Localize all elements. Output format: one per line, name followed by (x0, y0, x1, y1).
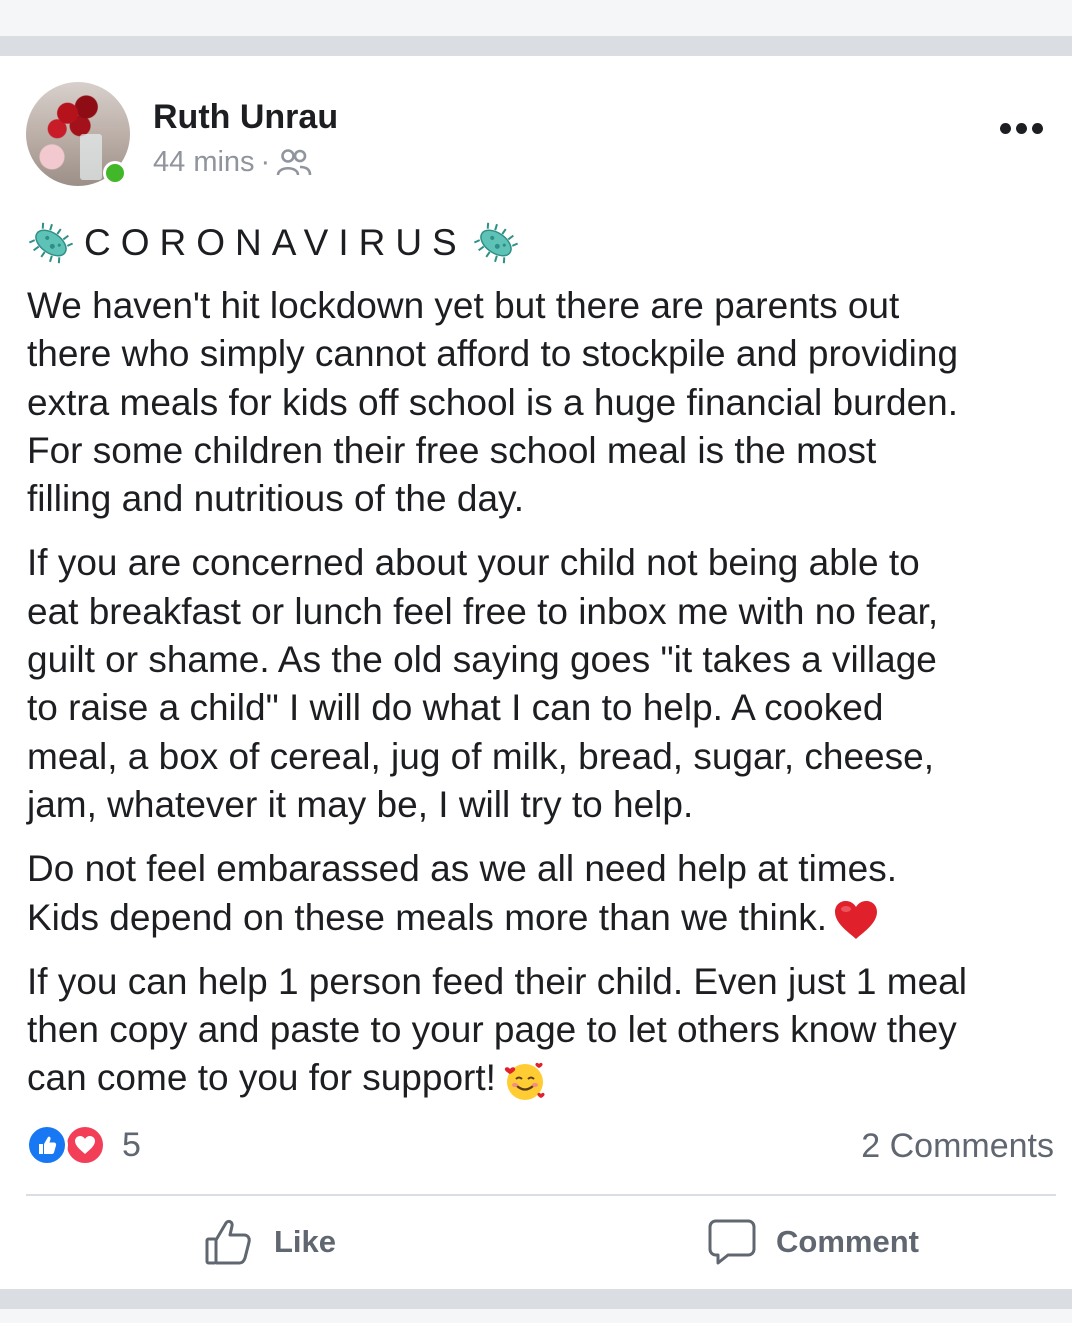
actions-divider (26, 1194, 1056, 1196)
thumbs-up-icon (205, 1219, 251, 1265)
more-options-icon[interactable] (1000, 116, 1048, 140)
like-label: Like (274, 1224, 337, 1259)
text-line: can come to you for support! (27, 1057, 496, 1099)
text-line: extra meals for kids off school is a hug… (27, 381, 958, 423)
text-line: there who simply cannot afford to stockp… (27, 333, 959, 375)
paragraph-1: We haven't hit lockdown yet but there ar… (27, 282, 1062, 523)
post-time[interactable]: 44 mins (153, 146, 255, 179)
text-line: to raise a child" I will do what I can t… (27, 687, 884, 729)
author-name[interactable]: Ruth Unrau (153, 98, 338, 137)
bottom-background (0, 1309, 1072, 1323)
comment-bubble-icon (708, 1219, 756, 1265)
microbe-icon (473, 222, 518, 264)
friends-icon (276, 148, 312, 175)
post-body: We haven't hit lockdown yet but there ar… (27, 282, 1062, 1120)
text-line: Do not feel embarassed as we all need he… (27, 848, 897, 890)
comments-count-link[interactable]: 2 Comments (861, 1124, 1054, 1168)
text-line-with-emoji: Kids depend on these meals more than we … (27, 894, 1062, 942)
like-button[interactable]: Like (204, 1214, 336, 1270)
text-line: We haven't hit lockdown yet but there ar… (27, 285, 900, 326)
headline: CORONAVIRUS (28, 220, 519, 266)
text-line: meal, a box of cereal, jug of milk, brea… (27, 735, 934, 777)
text-line: If you are concerned about your child no… (27, 542, 920, 584)
paragraph-3: Do not feel embarassed as we all need he… (27, 845, 1062, 942)
like-reaction-icon (26, 1124, 68, 1166)
text-line: If you can help 1 person feed their chil… (27, 960, 967, 1002)
text-line: filling and nutritious of the day. (27, 478, 525, 520)
avatar-vase (80, 134, 102, 180)
reaction-count: 5 (122, 1125, 141, 1164)
text-line: eat breakfast or lunch feel free to inbo… (27, 590, 939, 632)
post-card: Ruth Unrau 44 mins · CORONAVIRUS We have… (0, 56, 1072, 1289)
text-line: Kids depend on these meals more than we … (27, 896, 828, 938)
feed-divider-bottom (0, 1289, 1072, 1309)
comment-button[interactable]: Comment (708, 1214, 919, 1270)
meta-separator: · (260, 146, 271, 178)
text-line: jam, whatever it may be, I will try to h… (27, 783, 694, 825)
online-status-icon (103, 161, 127, 185)
reactions-summary[interactable]: 5 (26, 1124, 141, 1166)
paragraph-4: If you can help 1 person feed their chil… (27, 958, 1062, 1104)
top-background (0, 0, 1072, 36)
headline-text: CORONAVIRUS (84, 222, 467, 263)
love-reaction-icon (64, 1124, 106, 1166)
text-line: For some children their free school meal… (27, 429, 877, 471)
post-meta: 44 mins · (153, 146, 312, 179)
smiling-face-with-hearts-emoji (504, 1062, 545, 1100)
text-line-with-emoji: can come to you for support! (27, 1054, 1062, 1103)
comment-label: Comment (776, 1224, 919, 1259)
microbe-icon (28, 222, 74, 264)
feed-divider-top (0, 36, 1072, 56)
paragraph-2: If you are concerned about your child no… (27, 539, 1062, 829)
red-heart-emoji (835, 900, 878, 939)
text-line: then copy and paste to your page to let … (27, 1009, 957, 1051)
text-line: guilt or shame. As the old saying goes "… (27, 639, 937, 681)
